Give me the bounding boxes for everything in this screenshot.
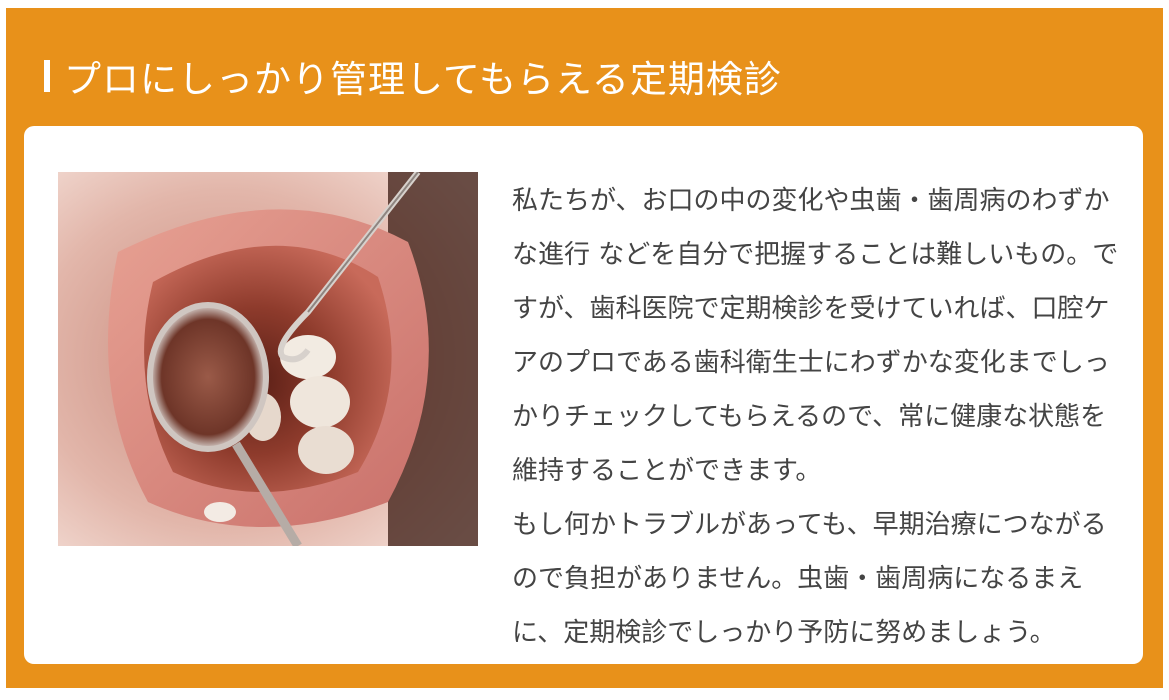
dental-checkup-photo [58, 172, 478, 546]
body-text: 私たちが、お口の中の変化や虫歯・歯周病のわずかな進行 などを自分で把握することは… [512, 174, 1122, 660]
section-heading: プロにしっかり管理してもらえる定期検診 [36, 44, 782, 108]
heading-bar [44, 60, 50, 92]
section-title: プロにしっかり管理してもらえる定期検診 [64, 58, 782, 101]
body-paragraph-1: 私たちが、お口の中の変化や虫歯・歯周病のわずかな進行 などを自分で把握することは… [512, 186, 1119, 486]
body-paragraph-2: もし何かトラブルがあっても、早期治療につながるので負担がありません。虫歯・歯周病… [512, 510, 1107, 648]
content-card: 私たちが、お口の中の変化や虫歯・歯周病のわずかな進行 などを自分で把握することは… [24, 126, 1143, 664]
